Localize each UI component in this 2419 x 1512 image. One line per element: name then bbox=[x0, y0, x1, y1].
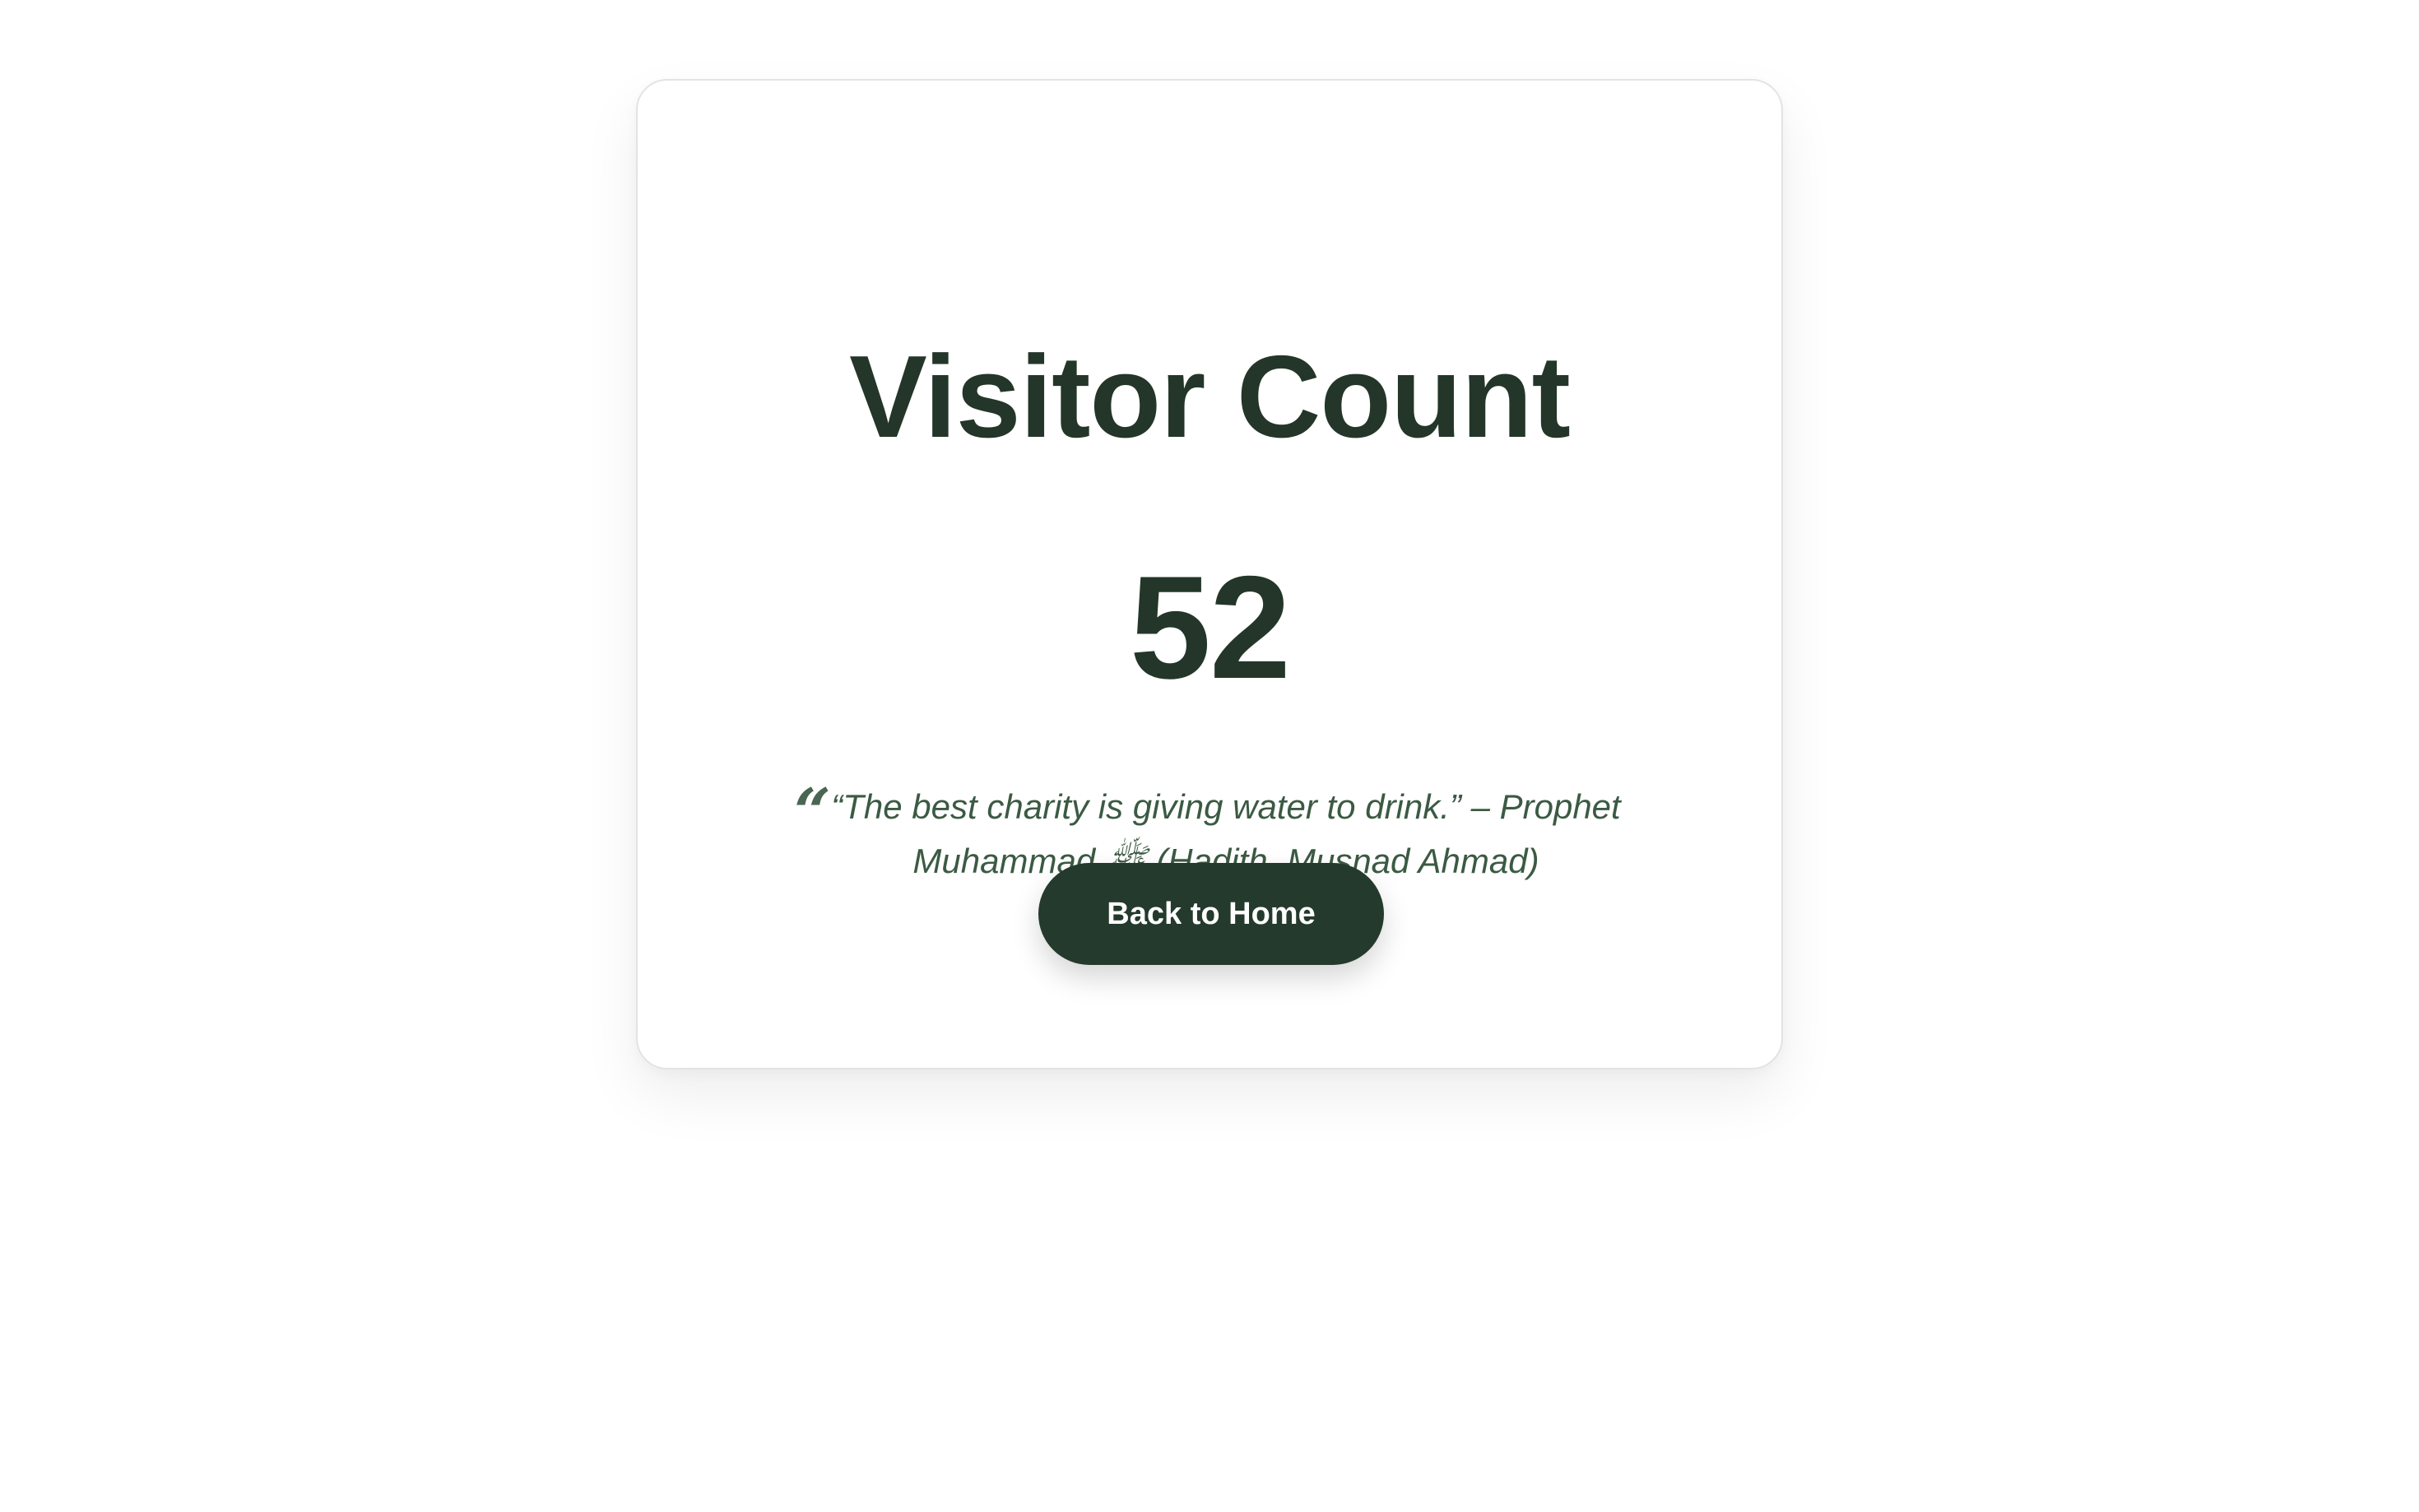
visitor-count-value: 52 bbox=[1130, 545, 1291, 709]
page-title: Visitor Count bbox=[849, 332, 1571, 462]
back-to-home-button[interactable]: Back to Home bbox=[1038, 863, 1384, 965]
visitor-count-card: Visitor Count 52 “ “The best charity is … bbox=[636, 79, 1783, 1069]
